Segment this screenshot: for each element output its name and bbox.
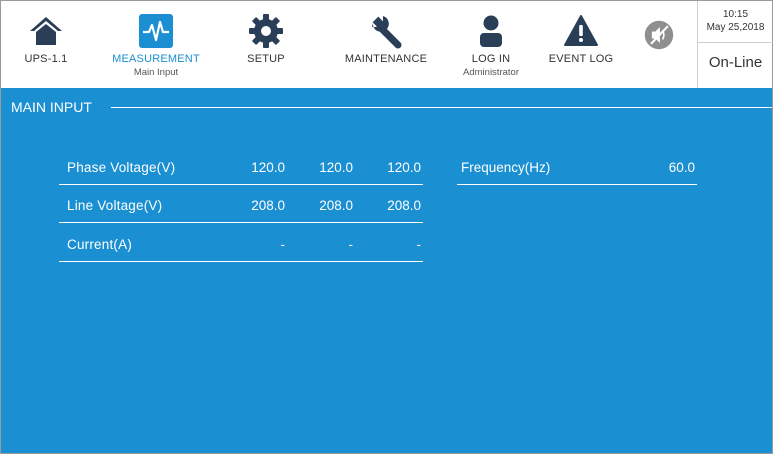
nav-login-label: LOG IN [471,53,511,65]
nav-ups-label: UPS-1.1 [24,53,68,65]
row-label: Phase Voltage(V) [67,160,176,175]
clock-date: May 25,2018 [706,22,765,33]
warning-icon [564,15,598,46]
status-box: 10:15 May 25,2018 On-Line [697,1,773,88]
table-row-current: Current(A) - - - [59,225,423,262]
row-label: Line Voltage(V) [67,198,163,213]
nav-setup[interactable]: SETUP [226,1,306,88]
value-cell: - [416,237,422,252]
value-cell: - [348,237,354,252]
nav-login[interactable]: LOG IN Administrator [451,1,531,88]
row-label: Current(A) [67,237,133,252]
value-cell: 208.0 [251,198,285,213]
value-cell: 208.0 [319,198,353,213]
mute-icon [644,20,674,50]
ups-state: On-Line [708,54,763,71]
table-row-line-voltage: Line Voltage(V) 208.0 208.0 208.0 [59,186,423,223]
frequency-value: 60.0 [668,160,695,175]
top-nav-bar: UPS-1.1 MEASUREMENT Main Input SETUP MAI… [1,1,773,88]
nav-event-log[interactable]: EVENT LOG [541,1,621,88]
wrench-icon [372,16,402,49]
panel-title: MAIN INPUT [11,99,92,115]
value-cell: 120.0 [387,160,421,175]
frequency-label: Frequency(Hz) [461,160,551,175]
value-cell: 208.0 [387,198,421,213]
nav-measurement-sublabel: Main Input [133,67,179,78]
value-cell: 120.0 [319,160,353,175]
nav-measurement-label: MEASUREMENT [112,53,200,65]
user-icon [480,15,502,47]
value-cell: - [280,237,286,252]
nav-login-sublabel: Administrator [463,67,519,78]
table-row-phase-voltage: Phase Voltage(V) 120.0 120.0 120.0 [59,148,423,185]
pulse-icon [139,14,173,48]
main-input-panel: MAIN INPUT Phase Voltage(V) 120.0 120.0 … [1,88,772,453]
nav-event-log-label: EVENT LOG [548,53,614,65]
home-icon [30,17,62,45]
value-cell: 120.0 [251,160,285,175]
nav-maintenance-label: MAINTENANCE [344,53,428,65]
nav-measurement[interactable]: MEASUREMENT Main Input [101,1,211,88]
gear-icon [249,14,283,48]
nav-setup-label: SETUP [247,53,285,65]
status-divider [698,42,773,43]
frequency-row: Frequency(Hz) 60.0 [457,148,697,185]
ups-window: UPS-1.1 MEASUREMENT Main Input SETUP MAI… [0,0,773,454]
nav-maintenance[interactable]: MAINTENANCE [331,1,441,88]
panel-title-rule [111,107,772,108]
mute-button[interactable] [631,1,687,88]
nav-ups[interactable]: UPS-1.1 [1,1,91,88]
clock-time: 10:15 [722,9,749,20]
